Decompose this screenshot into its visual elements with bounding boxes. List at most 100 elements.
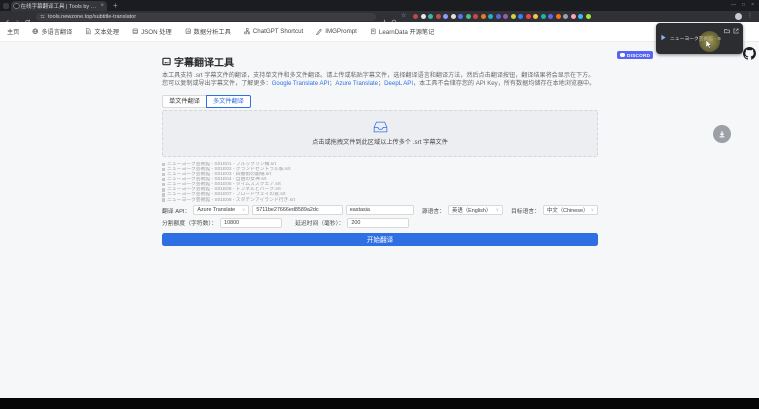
source-language-label: 源语言： bbox=[421, 208, 445, 215]
extension-icon[interactable] bbox=[555, 14, 561, 19]
nav-item-imgprompt[interactable]: IMGPrompt bbox=[316, 28, 357, 35]
document-icon bbox=[86, 28, 91, 35]
file-icon bbox=[162, 162, 165, 167]
pen-icon bbox=[316, 28, 323, 35]
browser-toolbar: tools.newzone.top/subtitle-translator ☆ … bbox=[0, 11, 759, 26]
nav-item-learndata[interactable]: LearnData 开源笔记 bbox=[370, 27, 434, 36]
maximize-button[interactable]: □ bbox=[742, 1, 745, 9]
download-icon[interactable] bbox=[381, 13, 388, 26]
new-tab-button[interactable]: + bbox=[113, 1, 118, 10]
start-translate-button[interactable]: 开始翻译 bbox=[162, 232, 598, 247]
open-file-icon[interactable] bbox=[733, 28, 739, 34]
browser-menu-icon[interactable]: ⋮ bbox=[747, 13, 753, 20]
api-key-input[interactable] bbox=[252, 205, 343, 216]
link-google-translate-api[interactable]: Google Translate API bbox=[272, 80, 330, 87]
extension-icon[interactable] bbox=[578, 14, 584, 19]
download-icon bbox=[719, 131, 725, 138]
extension-icon[interactable] bbox=[533, 14, 539, 19]
github-icon[interactable] bbox=[743, 47, 756, 60]
extension-icon[interactable] bbox=[435, 14, 441, 19]
minimize-button[interactable]: — bbox=[731, 1, 736, 9]
cursor-icon bbox=[706, 40, 712, 49]
extension-icon[interactable] bbox=[518, 14, 524, 19]
uploaded-file-list: ニューヨーク芸術館 - S01E01 - ブルックリン橋.srt ニューヨーク芸… bbox=[162, 162, 598, 203]
chart-icon bbox=[185, 28, 191, 35]
back-icon[interactable] bbox=[4, 13, 11, 26]
inbox-icon bbox=[373, 121, 387, 133]
extension-icon[interactable] bbox=[413, 14, 419, 19]
main-content: 字幕翻译工具 本工具支持 .srt 字幕文件的翻译，支持单文件和多文件翻译。请上… bbox=[162, 42, 598, 247]
file-type-icon bbox=[660, 28, 667, 41]
tab-close-icon[interactable]: × bbox=[100, 3, 104, 9]
profile-avatar[interactable] bbox=[735, 13, 742, 20]
extension-icon[interactable] bbox=[503, 14, 509, 19]
subtitle-tool-icon bbox=[162, 57, 171, 66]
show-in-folder-icon[interactable] bbox=[724, 28, 730, 34]
extension-icon[interactable] bbox=[428, 14, 434, 19]
source-language-select[interactable]: 英语（English） ∨ bbox=[448, 205, 503, 216]
extension-icon[interactable] bbox=[420, 14, 426, 19]
reload-icon[interactable] bbox=[24, 13, 31, 26]
tab-title: 在线字幕翻译工具 | Tools by … bbox=[20, 4, 97, 10]
mode-tabs: 单文件翻译 多文件翻译 bbox=[162, 94, 598, 108]
file-list-item[interactable]: ニューヨーク芸術館 - S01E08 - スタテンアイランド行き.srt bbox=[162, 197, 598, 203]
extension-icon[interactable] bbox=[563, 14, 569, 19]
extension-icon[interactable] bbox=[510, 14, 516, 19]
window-icon bbox=[3, 3, 9, 9]
tab-favicon-icon bbox=[14, 3, 19, 9]
extension-icons bbox=[413, 14, 729, 19]
tab-single-file[interactable]: 单文件翻译 bbox=[162, 94, 206, 108]
export-fab-button[interactable] bbox=[713, 125, 731, 143]
cursor-highlight bbox=[699, 31, 720, 52]
link-azure-translate[interactable]: Azure Translate bbox=[335, 80, 378, 87]
nav-item-json[interactable]: JSON 处理 bbox=[132, 27, 172, 36]
upload-dropzone[interactable]: 点击或拖拽文件到此区域以上传多个 .srt 字幕文件 bbox=[162, 109, 598, 157]
extension-icon[interactable] bbox=[473, 14, 479, 19]
extension-icon[interactable] bbox=[450, 14, 456, 19]
delay-time-input[interactable] bbox=[347, 217, 410, 228]
split-limit-input[interactable] bbox=[220, 217, 283, 228]
extension-icon[interactable] bbox=[443, 14, 449, 19]
extension-icon[interactable] bbox=[495, 14, 501, 19]
forward-icon[interactable] bbox=[14, 13, 21, 26]
delay-time-label: 延迟时间（毫秒）： bbox=[295, 221, 345, 228]
discord-badge[interactable]: DISCORD bbox=[617, 51, 654, 59]
nav-item-home[interactable]: 主页 bbox=[7, 27, 19, 36]
site-info-icon bbox=[40, 15, 45, 18]
target-language-select[interactable]: 中文（Chinese） ∨ bbox=[543, 205, 598, 216]
target-language-label: 目标语言： bbox=[511, 208, 540, 215]
search-icon[interactable] bbox=[391, 13, 398, 26]
extension-icon[interactable] bbox=[480, 14, 486, 19]
url-text: tools.newzone.top/subtitle-translator bbox=[48, 13, 137, 20]
bookmark-star-icon[interactable]: ☆ bbox=[401, 13, 406, 20]
form-row-advanced: 分割额度（字符数）： 延迟时间（毫秒）： bbox=[162, 217, 598, 228]
upload-hint: 点击或拖拽文件到此区域以上传多个 .srt 字幕文件 bbox=[312, 138, 448, 146]
page-title: 字幕翻译工具 bbox=[162, 54, 598, 69]
file-icon bbox=[162, 193, 165, 197]
browser-tab[interactable]: 在线字幕翻译工具 | Tools by … × bbox=[11, 1, 107, 11]
json-icon bbox=[132, 28, 138, 35]
region-input[interactable] bbox=[345, 205, 414, 216]
file-icon bbox=[162, 172, 165, 177]
extension-icon[interactable] bbox=[465, 14, 471, 19]
api-select[interactable]: Azure Translate ∨ bbox=[193, 205, 250, 216]
close-window-button[interactable]: × bbox=[751, 1, 754, 9]
extension-icon[interactable] bbox=[540, 14, 546, 19]
window-controls: — □ × bbox=[731, 1, 754, 9]
chevron-down-icon: ∨ bbox=[495, 207, 499, 213]
address-bar[interactable]: tools.newzone.top/subtitle-translator bbox=[36, 12, 376, 21]
nav-item-text[interactable]: 文本处理 bbox=[85, 27, 119, 36]
extension-icon[interactable] bbox=[570, 14, 576, 19]
link-deepl-api[interactable]: DeepL API bbox=[384, 80, 413, 87]
extension-icon[interactable] bbox=[488, 14, 494, 19]
site-navbar: 主页 多语言翻译 文本处理 JSON 处理 数据分析工具 ChatGPT Sho… bbox=[0, 22, 759, 60]
extension-icon[interactable] bbox=[458, 14, 464, 19]
tab-multi-file[interactable]: 多文件翻译 bbox=[205, 94, 251, 108]
nav-item-chatgpt-shortcut[interactable]: ChatGPT Shortcut bbox=[243, 28, 303, 35]
nav-item-data-tools[interactable]: 数据分析工具 bbox=[185, 27, 231, 36]
extension-icon[interactable] bbox=[585, 14, 591, 19]
nav-item-translate[interactable]: 多语言翻译 bbox=[32, 27, 72, 36]
extension-icon[interactable] bbox=[548, 14, 554, 19]
api-label: 翻译 API： bbox=[162, 208, 191, 215]
extension-icon[interactable] bbox=[525, 14, 531, 19]
